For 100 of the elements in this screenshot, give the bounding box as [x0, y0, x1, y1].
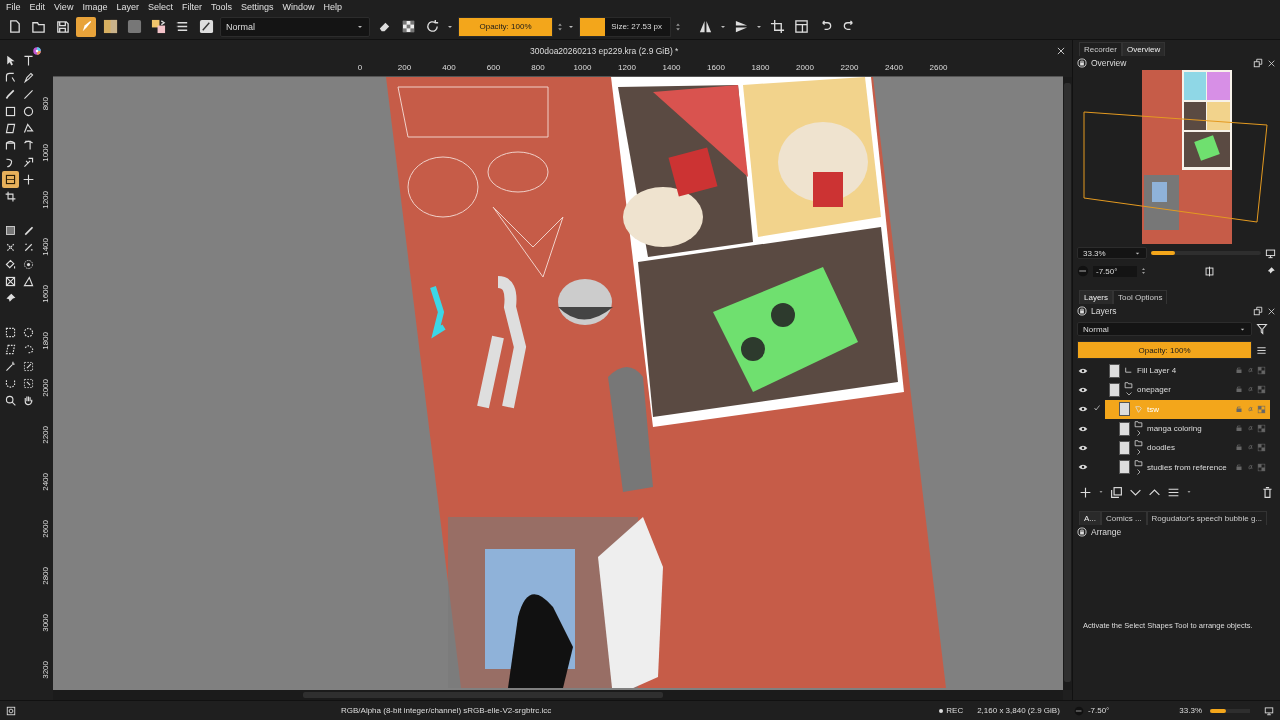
close-icon[interactable]: [1267, 58, 1276, 68]
docker-tab[interactable]: Rogudator's speech bubble g...: [1146, 511, 1268, 525]
close-icon[interactable]: [1267, 306, 1276, 316]
opacity-slider[interactable]: Opacity: 100%: [1077, 341, 1252, 359]
menu-item[interactable]: Filter: [181, 2, 202, 12]
color-wheel-icon: [32, 46, 42, 56]
wrap-around-icon[interactable]: [769, 19, 785, 34]
ruler-label: 1200: [41, 191, 51, 209]
ruler-label: 1400: [662, 63, 681, 72]
menu-item[interactable]: Tools: [210, 2, 232, 12]
layer-row[interactable]: onepager: [1105, 380, 1270, 400]
menu-item[interactable]: Select: [147, 2, 173, 12]
float-icon[interactable]: [1253, 58, 1263, 68]
layer-row[interactable]: Fill Layer 4: [1105, 361, 1270, 381]
menu-item[interactable]: View: [54, 2, 74, 12]
close-icon[interactable]: [1056, 46, 1066, 56]
document-tab-title[interactable]: 300doa20260213 ep229.kra (2.9 GiB) *: [530, 46, 679, 56]
ruler-label: 1600: [41, 285, 51, 303]
ruler-label: 2800: [41, 567, 51, 585]
filter-icon[interactable]: [1256, 323, 1268, 335]
spin-arrows-icon[interactable]: [1141, 266, 1146, 276]
lock-icon[interactable]: [1077, 527, 1087, 537]
inherit-alpha-icon[interactable]: [1257, 424, 1266, 434]
ruler-label: 200: [397, 63, 412, 72]
menu-item[interactable]: Image: [82, 2, 108, 12]
ruler-label: 2200: [41, 426, 51, 444]
docker-tab[interactable]: Tool Options: [1113, 290, 1168, 304]
image-size-label: 2,160 x 3,840 (2.9 GiB): [977, 706, 1060, 715]
layer-name: tsw: [1147, 404, 1159, 414]
duplicate-icon[interactable]: [1110, 485, 1123, 499]
ruler-label: 600: [486, 63, 501, 72]
lock-icon[interactable]: [1077, 58, 1087, 68]
mirror-horizontal-icon[interactable]: [697, 19, 713, 34]
menu-item[interactable]: Settings: [240, 2, 274, 12]
docker-tab[interactable]: A...: [1079, 511, 1101, 525]
mirror-vertical-icon[interactable]: [733, 19, 749, 34]
layer-thumbnail: [1119, 402, 1130, 417]
rotation-field[interactable]: -7.50°: [1093, 265, 1137, 277]
save-icon[interactable]: [54, 19, 70, 34]
ruler-label: 2400: [41, 473, 51, 491]
display-icon[interactable]: [1264, 705, 1274, 716]
zoom-slider[interactable]: [1210, 708, 1226, 713]
inherit-alpha-icon[interactable]: [1257, 385, 1266, 395]
layer-thumbnail: [1119, 440, 1130, 455]
brush-size-slider[interactable]: Size: 27.53 px: [579, 16, 671, 37]
gradient-swatch-icon[interactable]: [102, 19, 118, 34]
docker-title: Overview: [1091, 58, 1128, 68]
blend-mode-dropdown[interactable]: Normal: [1077, 322, 1252, 336]
color-swatches-icon[interactable]: [150, 19, 166, 34]
zoom-dropdown[interactable]: 33.3%: [1077, 247, 1147, 259]
trash-icon[interactable]: [1261, 485, 1274, 499]
layer-row[interactable]: doodles: [1105, 438, 1270, 458]
layer-name: onepager: [1137, 385, 1171, 395]
layer-name: manga coloring: [1147, 424, 1202, 434]
pin-icon[interactable]: [1266, 266, 1276, 276]
folder-icon[interactable]: [30, 19, 46, 34]
menu-item[interactable]: File: [6, 2, 21, 12]
reload-icon[interactable]: [424, 19, 440, 34]
vertical-scrollbar[interactable]: [1064, 83, 1071, 682]
fill-layer-icon: [1124, 366, 1133, 376]
menu-icon[interactable]: [1256, 344, 1267, 356]
menu-item[interactable]: Layer: [116, 2, 139, 12]
menu-item[interactable]: Help: [323, 2, 342, 12]
layer-thumbnail: [1109, 382, 1120, 397]
inherit-alpha-icon[interactable]: [1257, 366, 1266, 376]
inherit-alpha-icon[interactable]: [1257, 462, 1266, 472]
vector-layer-icon: [1134, 404, 1143, 414]
brush-preset-icon[interactable]: [198, 19, 214, 34]
docker-tab[interactable]: Overview: [1121, 42, 1166, 56]
layer-name: doodles: [1147, 443, 1176, 453]
lock-icon[interactable]: [1077, 306, 1087, 316]
inherit-alpha-icon[interactable]: [1257, 443, 1266, 453]
transform-tool-icon[interactable]: [2, 171, 19, 188]
float-icon[interactable]: [1253, 306, 1263, 316]
pattern-swatch-icon[interactable]: [126, 19, 142, 34]
display-icon[interactable]: [1265, 247, 1276, 259]
opacity-slider[interactable]: Opacity: 100%: [458, 16, 553, 37]
caret-icon: [1186, 489, 1192, 495]
selection-icon[interactable]: [6, 705, 16, 716]
ruler-label: 1400: [41, 238, 51, 256]
add-icon[interactable]: [1079, 485, 1092, 499]
layer-name: Fill Layer 4: [1137, 366, 1177, 376]
zoom-slider[interactable]: [1151, 251, 1176, 255]
docker-tab[interactable]: Comics ...: [1101, 511, 1147, 525]
menu-item[interactable]: Edit: [29, 2, 46, 12]
docker-tab[interactable]: Layers: [1079, 290, 1113, 304]
layer-row[interactable]: studies from reference: [1105, 457, 1270, 477]
ruler-label: 2000: [796, 63, 814, 72]
rotation-label: -7.50°: [1087, 706, 1110, 715]
layer-row[interactable]: manga coloring: [1105, 418, 1270, 439]
blend-mode-dropdown[interactable]: Normal: [220, 16, 370, 37]
layer-thumbnail: [1119, 421, 1130, 436]
inherit-alpha-icon[interactable]: [1257, 404, 1266, 414]
ruler-label: 1600: [707, 63, 725, 72]
rotation-dial-icon[interactable]: [1077, 265, 1089, 277]
tiling-icon[interactable]: [793, 19, 809, 34]
mirror-view-icon[interactable]: [1204, 265, 1215, 277]
docker-tab[interactable]: Recorder: [1079, 42, 1122, 56]
checkerboard-icon[interactable]: [400, 19, 416, 34]
menu-item[interactable]: Window: [282, 2, 315, 12]
